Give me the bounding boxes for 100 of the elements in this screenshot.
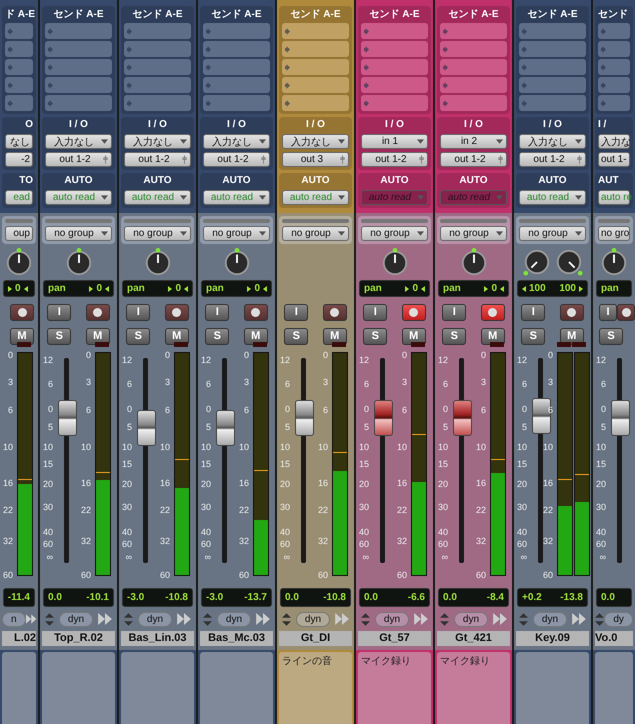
up-down-arrows-icon[interactable]: [44, 612, 54, 626]
fader-cap[interactable]: [611, 400, 630, 436]
pan-knob[interactable]: [522, 248, 550, 276]
up-down-arrows-icon[interactable]: [518, 612, 528, 626]
group-dropdown[interactable]: no group: [45, 226, 112, 241]
right-arrow-icon[interactable]: [484, 286, 488, 292]
track-name[interactable]: Top_R.02: [42, 631, 115, 646]
pan-knob[interactable]: [222, 248, 250, 276]
send-slot[interactable]: [519, 77, 586, 93]
comment-box[interactable]: マイク録り: [358, 652, 431, 724]
solo-button[interactable]: S: [599, 328, 623, 344]
send-slot[interactable]: [282, 41, 349, 57]
fader-cap[interactable]: [137, 410, 156, 446]
left-arrow-icon[interactable]: [24, 286, 28, 292]
pan-knob[interactable]: [460, 248, 488, 276]
input-monitor-button[interactable]: I: [47, 304, 72, 320]
up-down-arrows-icon[interactable]: [360, 612, 370, 626]
input-monitor-button[interactable]: I: [284, 304, 308, 320]
fast-forward-icon[interactable]: [256, 613, 270, 625]
send-slot[interactable]: [282, 23, 349, 39]
group-dropdown[interactable]: no group: [124, 226, 191, 241]
left-arrow-icon[interactable]: [263, 286, 267, 292]
left-arrow-icon[interactable]: [522, 286, 526, 292]
send-slot[interactable]: [124, 77, 191, 93]
send-slot[interactable]: [124, 41, 191, 57]
send-slot[interactable]: [598, 59, 630, 75]
record-button[interactable]: [480, 304, 505, 320]
up-down-arrows-icon[interactable]: [595, 612, 604, 626]
input-dropdown[interactable]: 入力なし: [203, 134, 270, 149]
fader-cap[interactable]: [295, 400, 314, 436]
fader-cap[interactable]: [216, 410, 235, 446]
send-slot[interactable]: [598, 23, 630, 39]
dyn-button[interactable]: n: [2, 612, 26, 626]
send-slot[interactable]: [361, 41, 428, 57]
group-dropdown[interactable]: no group: [440, 226, 507, 241]
send-slot[interactable]: [440, 77, 507, 93]
track-name[interactable]: Bas_Lin.03: [121, 631, 194, 646]
left-arrow-icon[interactable]: [105, 286, 109, 292]
solo-button[interactable]: S: [363, 328, 388, 344]
send-slot[interactable]: [519, 95, 586, 111]
group-dropdown[interactable]: no group: [361, 226, 428, 241]
solo-button[interactable]: S: [521, 328, 546, 344]
right-arrow-icon[interactable]: [89, 286, 94, 292]
left-arrow-icon[interactable]: [421, 286, 425, 292]
record-button[interactable]: [164, 304, 189, 320]
send-slot[interactable]: [282, 77, 349, 93]
record-button[interactable]: [402, 304, 426, 320]
fader-cap[interactable]: [532, 398, 551, 434]
send-slot[interactable]: [124, 59, 191, 75]
input-dropdown[interactable]: 入力な: [598, 134, 630, 149]
group-dropdown[interactable]: no group: [519, 226, 586, 241]
left-arrow-icon[interactable]: [500, 286, 504, 292]
record-button[interactable]: [10, 304, 34, 320]
track-name[interactable]: L.02: [2, 631, 36, 646]
up-down-arrows-icon[interactable]: [440, 612, 449, 626]
fast-forward-icon[interactable]: [335, 613, 350, 625]
send-slot[interactable]: [440, 23, 507, 39]
dyn-button[interactable]: dy: [604, 612, 633, 626]
send-slot[interactable]: [519, 59, 586, 75]
left-arrow-icon[interactable]: [184, 286, 188, 292]
dyn-button[interactable]: dyn: [58, 612, 94, 626]
send-slot[interactable]: [598, 95, 630, 111]
track-name[interactable]: Bas_Mc.03: [200, 631, 273, 646]
dyn-button[interactable]: dyn: [138, 612, 172, 626]
pan-knob[interactable]: [600, 248, 628, 276]
send-slot[interactable]: [124, 95, 191, 111]
send-slot[interactable]: [282, 95, 349, 111]
record-button[interactable]: [617, 304, 635, 320]
send-slot[interactable]: [203, 41, 270, 57]
send-slot[interactable]: [45, 95, 112, 111]
input-dropdown[interactable]: 入力なし: [282, 134, 349, 149]
send-slot[interactable]: [203, 23, 270, 39]
record-button[interactable]: [560, 304, 584, 320]
group-dropdown[interactable]: no group: [203, 226, 270, 241]
send-slot[interactable]: [361, 95, 428, 111]
right-arrow-icon[interactable]: [579, 286, 583, 292]
track-name[interactable]: Gt_57: [358, 631, 431, 646]
up-down-arrows-icon[interactable]: [282, 612, 291, 626]
track-name[interactable]: Key.09: [516, 631, 589, 646]
send-slot[interactable]: [5, 95, 33, 111]
output-dropdown[interactable]: out 1-2: [440, 152, 507, 167]
output-dropdown[interactable]: -2: [5, 152, 33, 167]
input-monitor-button[interactable]: I: [363, 304, 388, 320]
send-slot[interactable]: [5, 77, 33, 93]
group-dropdown[interactable]: no group: [282, 226, 349, 241]
pan-knob[interactable]: [64, 248, 92, 276]
dyn-button[interactable]: dyn: [216, 612, 252, 626]
record-button[interactable]: [322, 304, 347, 320]
fader-cap[interactable]: [58, 400, 77, 436]
group-dropdown[interactable]: no gro: [598, 226, 630, 241]
send-slot[interactable]: [519, 23, 586, 39]
send-slot[interactable]: [5, 59, 33, 75]
up-down-arrows-icon[interactable]: [202, 612, 212, 626]
track-name[interactable]: Gt_421: [437, 631, 510, 646]
send-slot[interactable]: [519, 41, 586, 57]
input-monitor-button[interactable]: I: [599, 304, 617, 320]
solo-button[interactable]: S: [442, 328, 466, 344]
mute-button[interactable]: M: [480, 328, 505, 344]
send-slot[interactable]: [440, 95, 507, 111]
record-button[interactable]: [86, 304, 110, 320]
